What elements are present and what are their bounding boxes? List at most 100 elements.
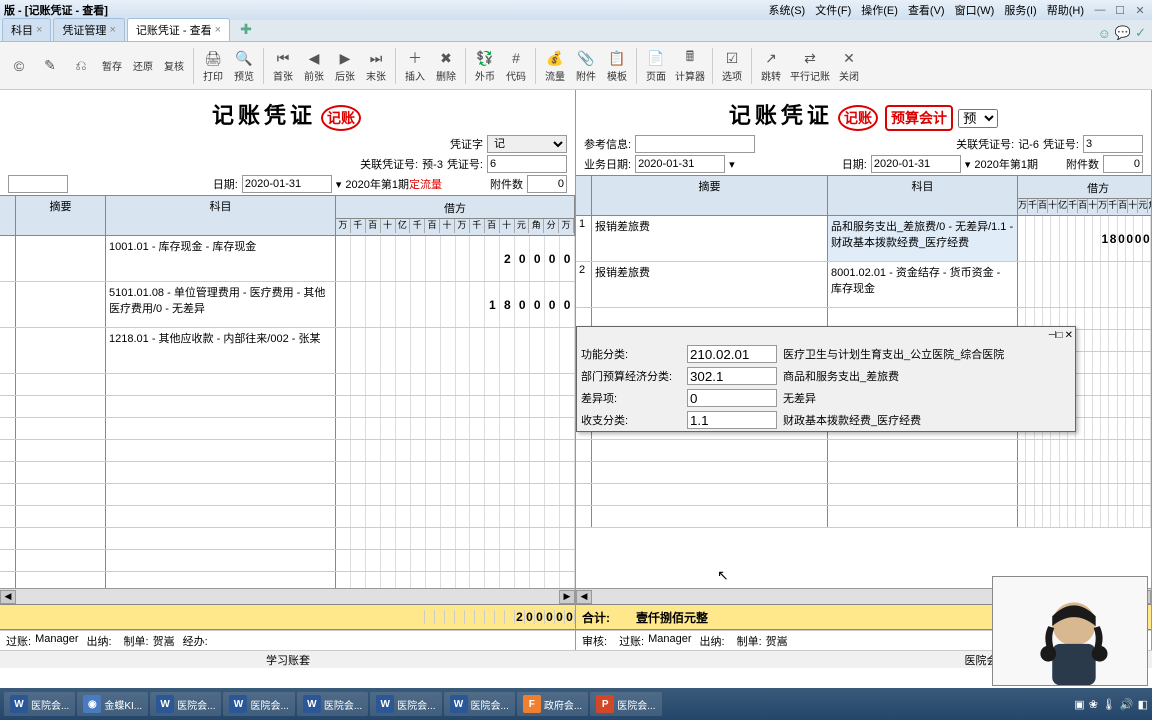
- table-row[interactable]: 2报销差旅费8001.02.01 - 资金结存 - 货币资金 - 库存现金: [576, 262, 1151, 308]
- dropdown-icon[interactable]: ▾: [729, 158, 735, 171]
- toolbar-首张[interactable]: ⏮首张: [268, 46, 298, 85]
- word-select[interactable]: 记: [487, 135, 567, 153]
- toolbar-前张[interactable]: ◀前张: [299, 46, 329, 85]
- toolbar-删除[interactable]: ✖删除: [431, 46, 461, 85]
- toolbar-平行记账[interactable]: ⇄平行记账: [787, 46, 833, 85]
- tab-subject[interactable]: 科目×: [2, 18, 51, 41]
- toolbar-暂存[interactable]: 暂存: [97, 56, 127, 75]
- menu-service[interactable]: 服务(I): [1004, 2, 1036, 18]
- toolbar-计算器[interactable]: 🖩计算器: [672, 46, 708, 85]
- popup-input[interactable]: [687, 367, 777, 385]
- menu-window[interactable]: 窗口(W): [955, 2, 995, 18]
- tray-icon[interactable]: 🌡: [1102, 698, 1116, 711]
- taskbar-item[interactable]: P医院会...: [590, 692, 661, 716]
- toolbar-©[interactable]: ©: [4, 54, 34, 78]
- toolbar-预览[interactable]: 🔍预览: [229, 46, 259, 85]
- table-row[interactable]: 1001.01 - 库存现金 - 库存现金20000: [0, 236, 575, 282]
- table-row[interactable]: 1报销差旅费品和服务支出_差旅费/0 - 无差异/1.1 - 财政基本拨款经费_…: [576, 216, 1151, 262]
- taskbar-item[interactable]: W医院会...: [444, 692, 515, 716]
- popup-input[interactable]: [687, 389, 777, 407]
- tab-add[interactable]: ✚: [232, 18, 260, 41]
- table-row[interactable]: [0, 440, 575, 462]
- table-row[interactable]: [0, 550, 575, 572]
- popup-input[interactable]: [687, 345, 777, 363]
- toolbar-流量[interactable]: 💰流量: [540, 46, 570, 85]
- chat-icon[interactable]: 💬: [1115, 25, 1131, 41]
- num-input[interactable]: [1083, 135, 1143, 153]
- tray-icon[interactable]: ▣: [1074, 698, 1084, 711]
- toolbar-复核[interactable]: 复核: [159, 56, 189, 75]
- table-row[interactable]: [0, 572, 575, 588]
- toolbar-✎[interactable]: ✎: [35, 54, 65, 78]
- table-row[interactable]: [0, 396, 575, 418]
- biz-date-input[interactable]: [635, 155, 725, 173]
- toolbar-还原[interactable]: 还原: [128, 56, 158, 75]
- date-input[interactable]: [242, 175, 332, 193]
- close-icon[interactable]: ×: [109, 24, 115, 36]
- popup-input[interactable]: [687, 411, 777, 429]
- toolbar-后张[interactable]: ▶后张: [330, 46, 360, 85]
- table-row[interactable]: [576, 506, 1151, 528]
- menu-help[interactable]: 帮助(H): [1047, 2, 1084, 18]
- toolbar-插入[interactable]: ＋插入: [400, 46, 430, 85]
- taskbar-item[interactable]: W医院会...: [150, 692, 221, 716]
- scroll-left-icon[interactable]: ◀: [576, 590, 592, 604]
- menu-view[interactable]: 查看(V): [908, 2, 945, 18]
- blank-input[interactable]: [8, 175, 68, 193]
- toolbar-末张[interactable]: ⏭末张: [361, 46, 391, 85]
- table-row[interactable]: [0, 528, 575, 550]
- menu-file[interactable]: 文件(F): [815, 2, 851, 18]
- close-icon[interactable]: ×: [36, 24, 42, 36]
- table-row[interactable]: 5101.01.08 - 单位管理费用 - 医疗费用 - 其他医疗费用/0 - …: [0, 282, 575, 328]
- table-row[interactable]: [0, 374, 575, 396]
- taskbar-item[interactable]: F政府会...: [517, 692, 588, 716]
- att-input[interactable]: [527, 175, 567, 193]
- toolbar-代码[interactable]: #代码: [501, 46, 531, 85]
- toolbar-跳转[interactable]: ↗跳转: [756, 46, 786, 85]
- toolbar-关闭[interactable]: ✕关闭: [834, 46, 864, 85]
- taskbar-item[interactable]: ◉金蝶KI...: [77, 692, 148, 716]
- menu-system[interactable]: 系统(S): [769, 2, 806, 18]
- toolbar-外币[interactable]: 💱外币: [470, 46, 500, 85]
- tab-voucher-mgmt[interactable]: 凭证管理×: [53, 18, 124, 41]
- min-icon[interactable]: —: [1092, 4, 1108, 17]
- table-row[interactable]: 1218.01 - 其他应收款 - 内部往来/002 - 张某: [0, 328, 575, 374]
- smiley-icon[interactable]: ☺: [1098, 26, 1111, 41]
- num-input[interactable]: [487, 155, 567, 173]
- word-select[interactable]: 预: [958, 109, 998, 128]
- ref-input[interactable]: [635, 135, 755, 153]
- scroll-left-icon[interactable]: ◀: [0, 590, 16, 604]
- table-row[interactable]: [576, 440, 1151, 462]
- taskbar-item[interactable]: W医院会...: [4, 692, 75, 716]
- att-input[interactable]: [1103, 155, 1143, 173]
- toolbar-⎌[interactable]: ⎌: [66, 54, 96, 78]
- toolbar-打印[interactable]: 🖨打印: [198, 46, 228, 85]
- toolbar-页面[interactable]: 📄页面: [641, 46, 671, 85]
- table-row[interactable]: [576, 462, 1151, 484]
- tray-icon[interactable]: ❀: [1089, 698, 1098, 711]
- menu-operate[interactable]: 操作(E): [861, 2, 898, 18]
- table-row[interactable]: [0, 418, 575, 440]
- h-scrollbar[interactable]: ◀▶: [0, 588, 575, 604]
- dropdown-icon[interactable]: ▾: [965, 158, 971, 171]
- dropdown-icon[interactable]: ▾: [336, 178, 342, 191]
- close-icon[interactable]: ✕: [1065, 330, 1073, 341]
- table-row[interactable]: [0, 484, 575, 506]
- toolbar-选项[interactable]: ☑选项: [717, 46, 747, 85]
- toolbar-模板[interactable]: 📋模板: [602, 46, 632, 85]
- toolbar-附件[interactable]: 📎附件: [571, 46, 601, 85]
- taskbar-item[interactable]: W医院会...: [223, 692, 294, 716]
- taskbar-item[interactable]: W医院会...: [297, 692, 368, 716]
- tab-voucher-view[interactable]: 记账凭证 - 查看×: [127, 18, 230, 41]
- scroll-right-icon[interactable]: ▶: [559, 590, 575, 604]
- max-icon[interactable]: ☐: [1112, 4, 1128, 17]
- taskbar-item[interactable]: W医院会...: [370, 692, 441, 716]
- date-input[interactable]: [871, 155, 961, 173]
- close-icon[interactable]: ✕: [1132, 4, 1148, 17]
- pin-icon[interactable]: ⊣□: [1048, 330, 1063, 341]
- close-icon[interactable]: ×: [215, 24, 221, 36]
- tray-icon[interactable]: 🔊: [1120, 698, 1134, 711]
- check-icon[interactable]: ✓: [1135, 25, 1146, 41]
- table-row[interactable]: [0, 506, 575, 528]
- table-row[interactable]: [0, 462, 575, 484]
